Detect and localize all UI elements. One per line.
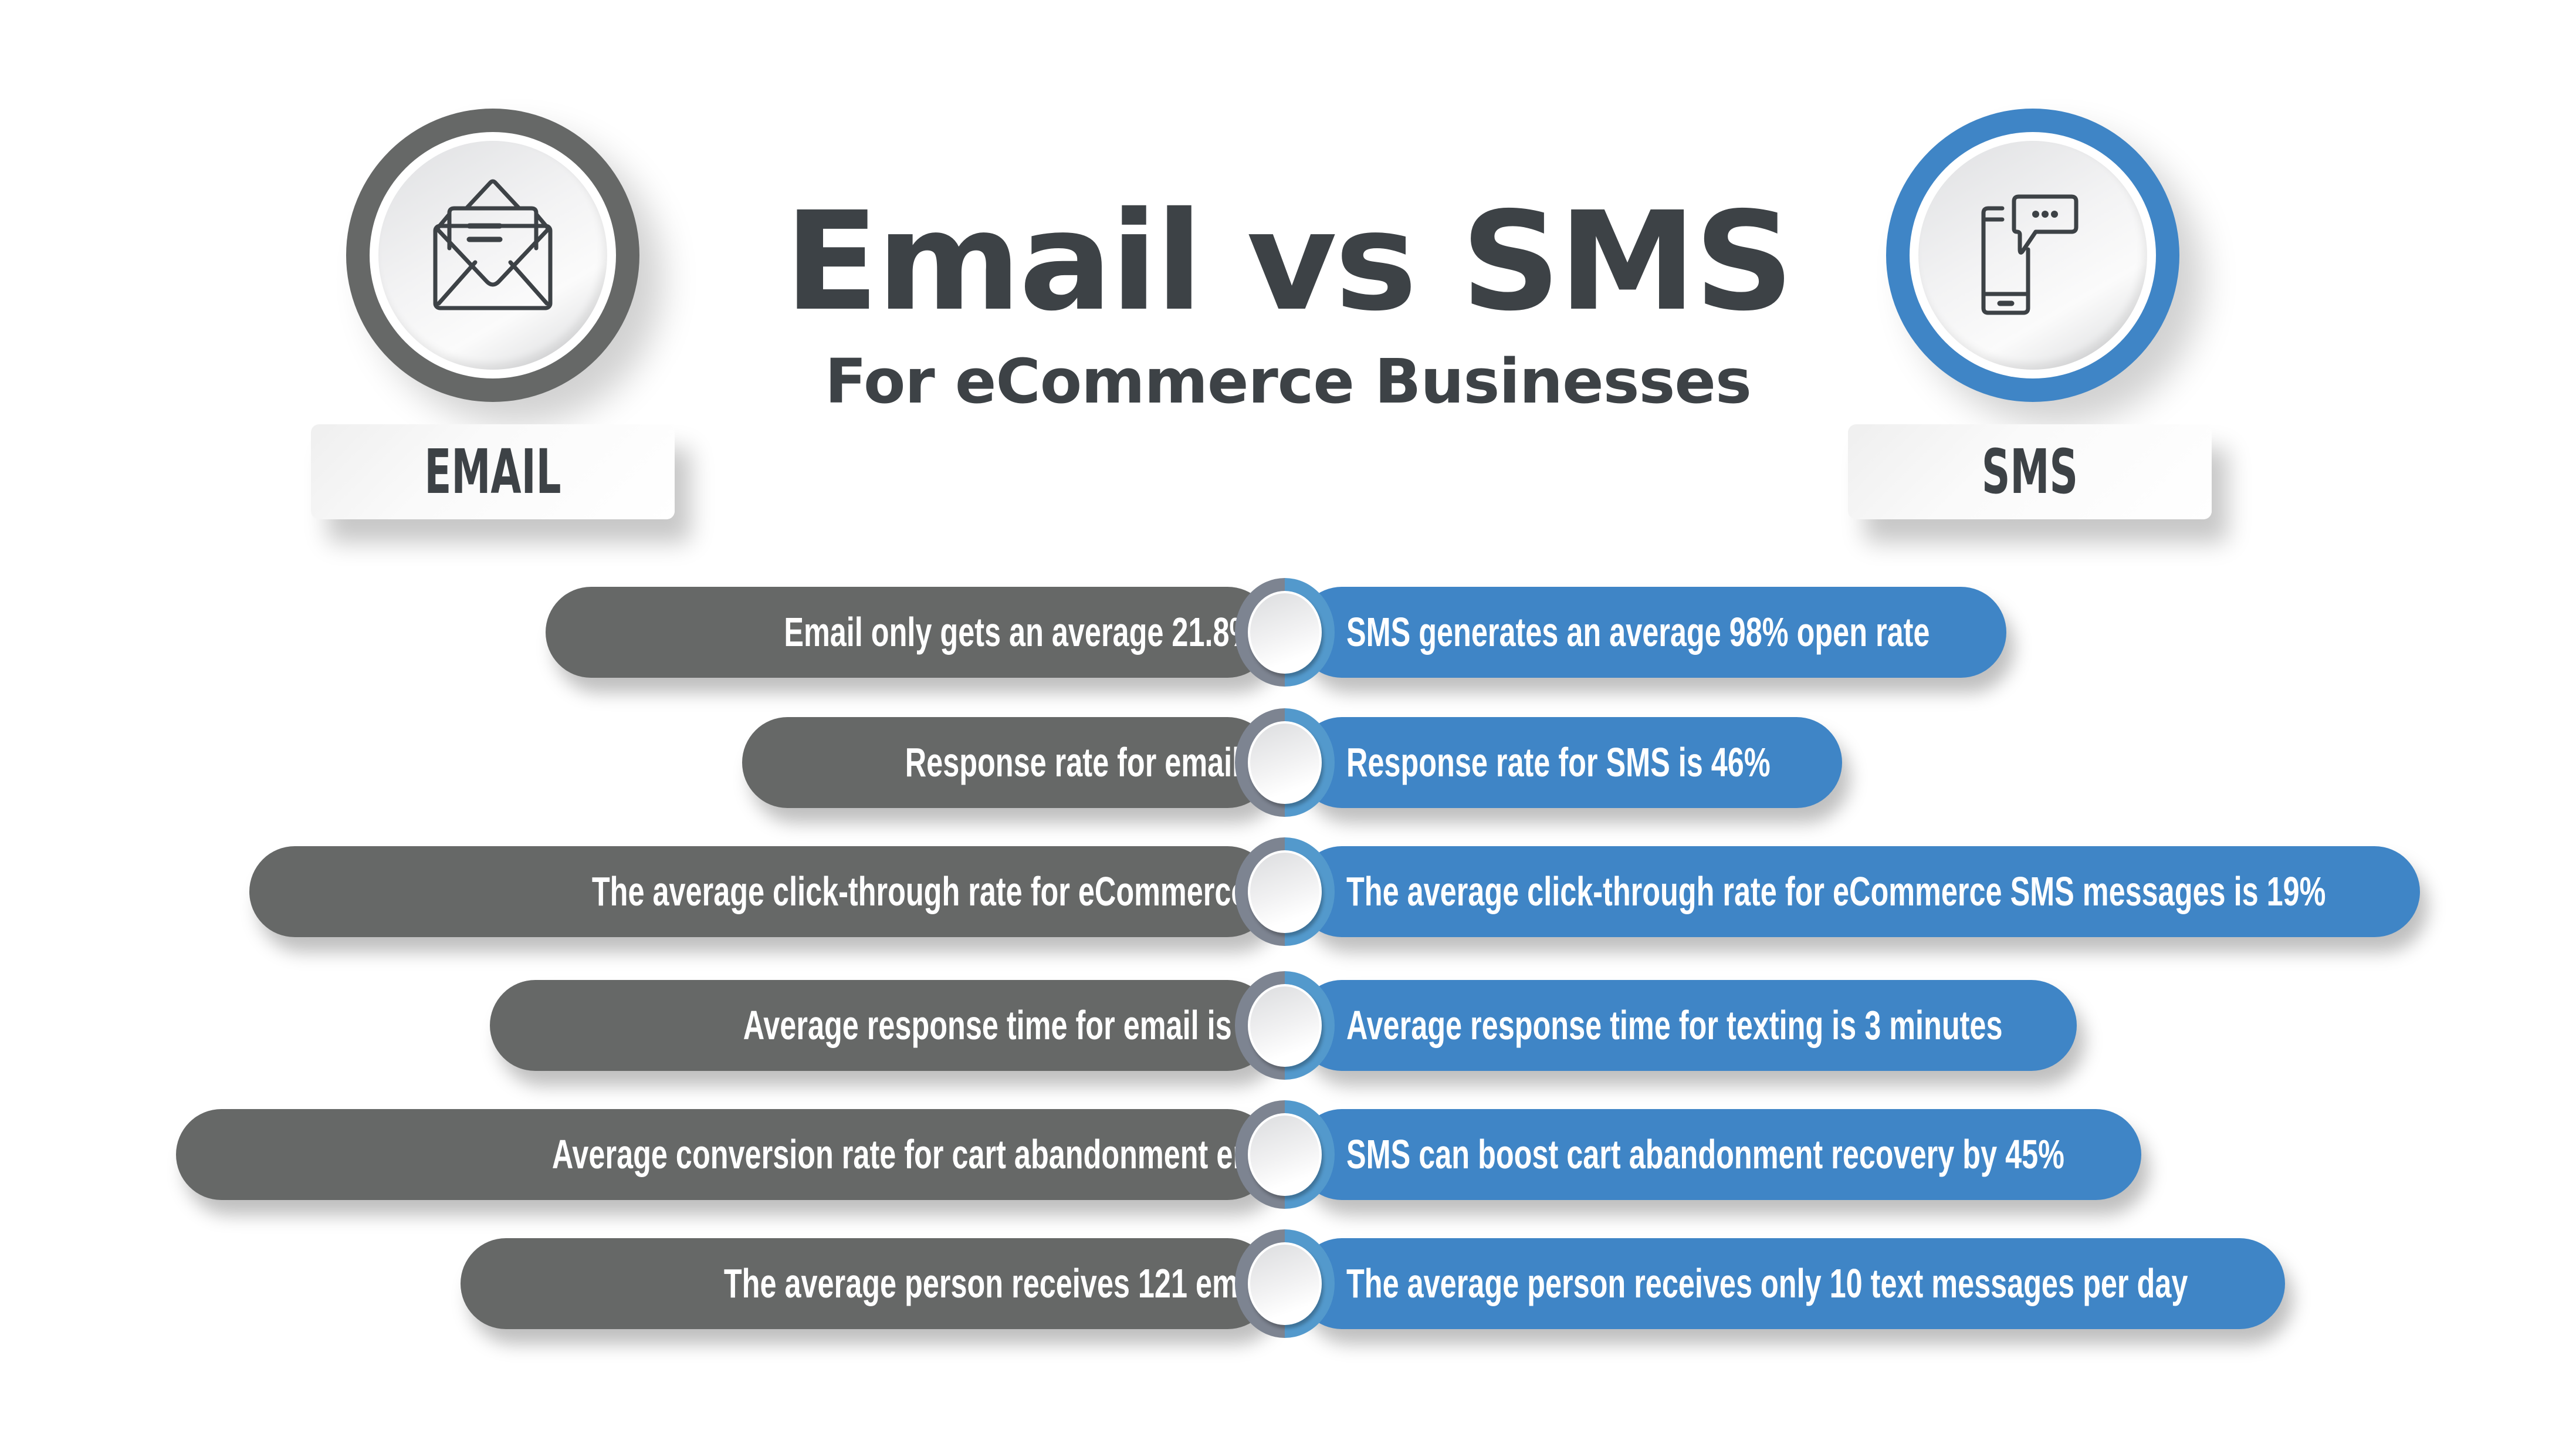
- sms-stat: Response rate for SMS is 46%: [1297, 717, 1842, 808]
- email-stat: The average person receives 121 emails p…: [461, 1238, 1401, 1329]
- phone-chat-icon: [1981, 194, 2079, 315]
- row-connector: [1235, 1100, 1335, 1209]
- row-connector: [1235, 971, 1335, 1080]
- connector-knob: [1248, 1113, 1322, 1196]
- email-stat: The average click-through rate for eComm…: [249, 846, 1473, 937]
- row-connector: [1235, 578, 1335, 687]
- sms-stat: Average response time for texting is 3 m…: [1297, 980, 2077, 1071]
- comparison-row: Email only gets an average 21.8% open ra…: [0, 578, 2576, 687]
- sms-stat: The average person receives only 10 text…: [1297, 1238, 2285, 1329]
- row-connector: [1235, 708, 1335, 817]
- comparison-row: Response rate for email is 6% Response r…: [0, 708, 2576, 817]
- sms-stat: SMS can boost cart abandonment recovery …: [1297, 1109, 2141, 1200]
- email-label: EMAIL: [311, 424, 675, 519]
- connector-knob: [1248, 591, 1322, 674]
- row-connector: [1235, 837, 1335, 946]
- open-envelope-icon: [433, 179, 553, 310]
- sms-stat: The average click-through rate for eComm…: [1297, 846, 2420, 937]
- connector-knob: [1248, 1242, 1322, 1325]
- connector-knob: [1248, 721, 1322, 804]
- sms-badge: [1886, 109, 2179, 402]
- email-badge: [346, 109, 639, 402]
- comparison-row: Average response time for email is 90 mi…: [0, 971, 2576, 1080]
- email-stat: Response rate for email is 6%: [742, 717, 1324, 808]
- sms-label: SMS: [1848, 424, 2212, 519]
- sms-stat: SMS generates an average 98% open rate: [1297, 587, 2006, 678]
- comparison-row: Average conversion rate for cart abandon…: [0, 1100, 2576, 1209]
- row-connector: [1235, 1229, 1335, 1338]
- email-stat: Average response time for email is 90 mi…: [490, 980, 1394, 1071]
- email-stat: Email only gets an average 21.8% open ra…: [546, 587, 1397, 678]
- connector-knob: [1248, 984, 1322, 1067]
- comparison-row: The average person receives 121 emails p…: [0, 1229, 2576, 1338]
- connector-knob: [1248, 850, 1322, 933]
- email-stat: Average conversion rate for cart abandon…: [176, 1109, 1519, 1200]
- comparison-row: The average click-through rate for eComm…: [0, 837, 2576, 946]
